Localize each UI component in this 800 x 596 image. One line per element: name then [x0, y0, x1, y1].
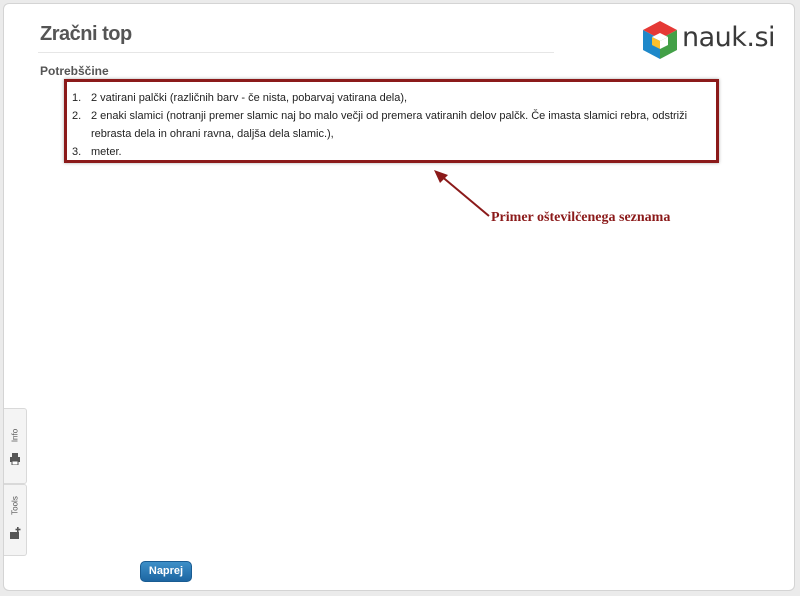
list-item: 2. 2 enaki slamici (notranji premer slam… — [72, 107, 702, 143]
list-item-text: 2 vatirani palčki (različnih barv - če n… — [91, 92, 408, 104]
next-button[interactable]: Naprej — [140, 561, 192, 582]
side-tab-tools[interactable]: Tools — [4, 484, 27, 556]
section-heading: Potrebščine — [40, 64, 109, 78]
requirements-list: 1. 2 vatirani palčki (različnih barv - č… — [72, 89, 702, 161]
list-item-text: meter. — [91, 146, 122, 158]
logo-cube-icon — [643, 21, 677, 59]
list-item: 1. 2 vatirani palčki (različnih barv - č… — [72, 89, 702, 107]
tab-label-info: Info — [10, 428, 20, 443]
nauk-logo: nauk.si — [638, 18, 778, 62]
print-icon — [10, 453, 20, 465]
side-tab-info[interactable]: Info — [4, 408, 27, 484]
add-tool-icon — [10, 527, 21, 539]
title-divider — [38, 52, 554, 53]
annotation-arrow-icon — [434, 170, 490, 217]
content-frame: Zračni top Potrebščine nauk.si 1. 2 vati… — [3, 3, 795, 591]
page-title: Zračni top — [40, 23, 132, 45]
list-number: 1. — [72, 92, 82, 104]
list-item: 3. meter. — [72, 143, 702, 161]
list-number: 3. — [72, 146, 82, 158]
logo-text: nauk.si — [682, 22, 776, 53]
list-item-text: 2 enaki slamici (notranji premer slamic … — [91, 110, 688, 140]
list-number: 2. — [72, 110, 82, 122]
tab-label-tools: Tools — [10, 496, 20, 515]
annotation-label: Primer oštevilčenega seznama — [491, 210, 671, 225]
